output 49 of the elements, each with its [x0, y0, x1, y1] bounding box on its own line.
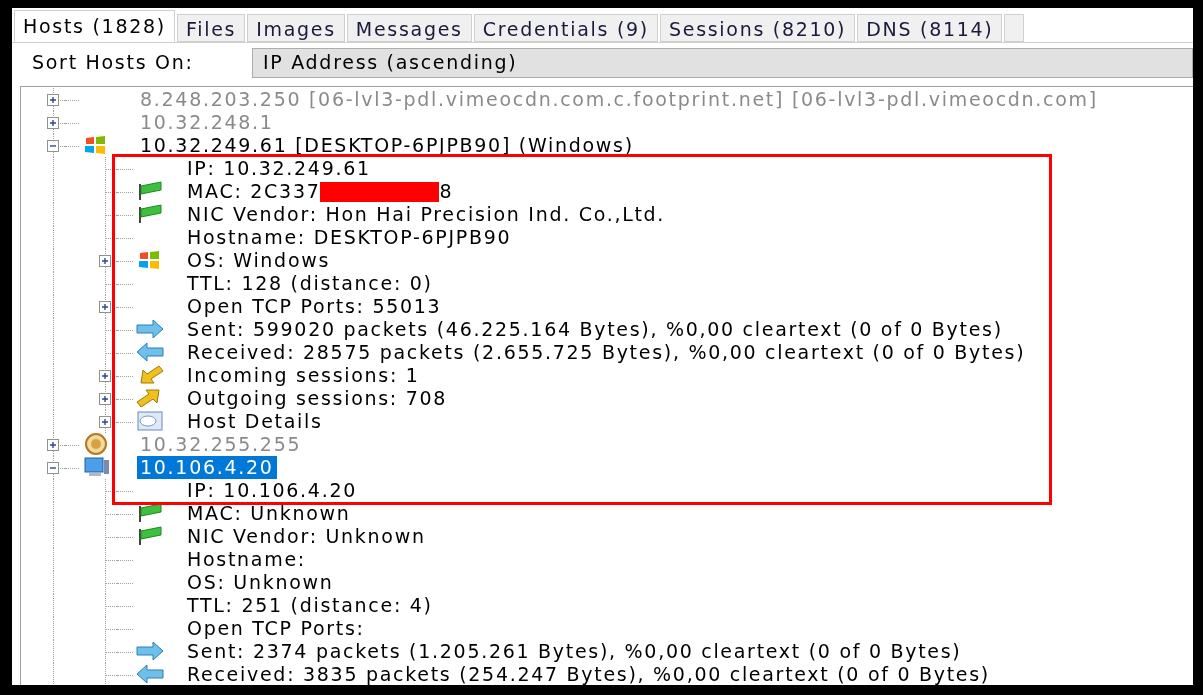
tab[interactable]: Messages — [346, 14, 472, 42]
sort-label: Sort Hosts On: — [32, 50, 195, 76]
monitor-icon — [81, 456, 111, 478]
tab[interactable]: Images — [247, 14, 345, 42]
window-icon — [135, 410, 165, 432]
expand-box[interactable] — [47, 94, 59, 106]
expand-box[interactable] — [99, 301, 111, 313]
left-arrow-icon — [135, 341, 165, 363]
detail-text: 8 — [439, 180, 454, 203]
expand-box[interactable] — [99, 393, 111, 405]
detail-text[interactable]: Host Details — [187, 410, 323, 433]
collapse-box[interactable] — [47, 462, 59, 474]
expand-box[interactable] — [47, 117, 59, 129]
detail-text[interactable]: Outgoing sessions: 708 — [187, 387, 448, 410]
left-arrow-icon — [135, 663, 165, 685]
collapse-box[interactable] — [47, 140, 59, 152]
detail-text[interactable]: TTL: 251 (distance: 4) — [187, 594, 433, 617]
host-item[interactable]: 10.32.249.61 [DESKTOP-6PJPB90] (Windows) — [137, 134, 637, 157]
tab[interactable]: Sessions (8210) — [660, 14, 856, 42]
detail-text[interactable]: Incoming sessions: 1 — [187, 364, 420, 387]
sort-dropdown[interactable]: IP Address (ascending) — [252, 47, 1193, 78]
tab[interactable]: DNS (8114) — [857, 14, 1003, 42]
expand-box[interactable] — [47, 439, 59, 451]
detail-text[interactable]: Hostname: DESKTOP-6PJPB90 — [187, 226, 512, 249]
detail-text[interactable]: Received: 3835 packets (254.247 Bytes), %0,00 cleartext (0 of 0 Bytes) — [187, 663, 990, 685]
detail-text[interactable]: Received: 28575 packets (2.655.725 Bytes), %0,00 cleartext (0 of 0 Bytes) — [187, 341, 1026, 364]
detail-text[interactable]: OS: Windows — [187, 249, 331, 272]
tab[interactable]: Hosts (1828) — [14, 10, 175, 42]
right-arrow-icon — [135, 640, 165, 662]
expand-box[interactable] — [99, 370, 111, 382]
detail-text[interactable]: IP: 10.32.249.61 — [187, 157, 371, 180]
detail-text[interactable]: TTL: 128 (distance: 0) — [187, 272, 433, 295]
expand-box[interactable] — [99, 255, 111, 267]
detail-text[interactable]: OS: Unknown — [187, 571, 334, 594]
detail-text[interactable]: IP: 10.106.4.20 — [187, 479, 357, 502]
detail-text[interactable]: Sent: 599020 packets (46.225.164 Bytes), %0,00 cleartext (0 of 0 Bytes) — [187, 318, 1003, 341]
host-item[interactable]: 10.106.4.20 — [137, 456, 277, 479]
expand-box[interactable] — [99, 416, 111, 428]
tab[interactable]: Credentials (9) — [473, 14, 658, 42]
detail-text[interactable]: NIC Vendor: Unknown — [187, 525, 426, 548]
detail-text[interactable]: Open TCP Ports: — [187, 617, 365, 640]
detail-text[interactable]: Sent: 2374 packets (1.205.261 Bytes), %0,00 cleartext (0 of 0 Bytes) — [187, 640, 962, 663]
detail-text[interactable]: Hostname: — [187, 548, 306, 571]
right-arrow-icon — [135, 318, 165, 340]
detail-text[interactable]: NIC Vendor: Hon Hai Precision Ind. Co.,Ltd. — [187, 203, 666, 226]
detail-text[interactable]: MAC: 2C337 — [187, 180, 321, 203]
tab[interactable]: Files — [176, 14, 246, 42]
detail-text[interactable]: MAC: Unknown — [187, 502, 351, 525]
detail-text[interactable]: Open TCP Ports: 55013 — [187, 295, 442, 318]
